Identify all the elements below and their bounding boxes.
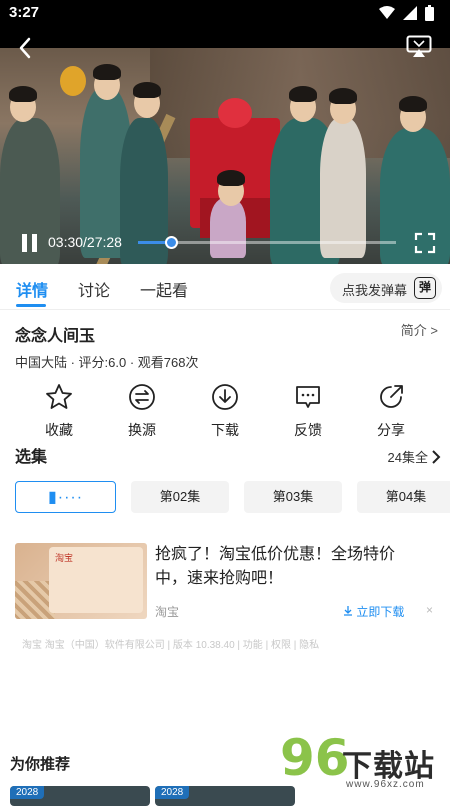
detail-tabs: 详情 讨论 一起看 点我发弹幕 弹 — [0, 264, 450, 310]
all-episodes-label: 24集全 — [387, 450, 428, 465]
share-button[interactable]: 分享 — [361, 383, 421, 440]
pause-button[interactable] — [22, 234, 38, 252]
watermark-url: www.96xz.com — [346, 779, 425, 790]
wifi-icon — [379, 6, 395, 19]
back-icon[interactable] — [14, 36, 38, 60]
download-button[interactable]: 下载 — [195, 383, 255, 440]
download-small-icon — [344, 606, 352, 616]
fullscreen-icon[interactable] — [414, 232, 436, 254]
playback-time: 03:30/27:28 — [48, 234, 122, 250]
ad-thumb-title: 淘宝 — [55, 553, 74, 563]
share-icon — [380, 385, 403, 408]
download-label: 下载 — [211, 422, 239, 438]
feedback-button[interactable]: 反馈 — [278, 383, 338, 440]
favorite-label: 收藏 — [45, 422, 73, 438]
danmu-label: 点我发弹幕 — [342, 283, 408, 298]
ad-footer: 淘宝 淘宝（中国）软件有限公司 | 版本 10.38.40 | 功能 | 权限 … — [22, 640, 320, 651]
share-label: 分享 — [377, 422, 405, 438]
ad-download-button[interactable]: 立即下载 — [343, 603, 404, 620]
danmu-icon[interactable]: 弹 — [414, 277, 436, 299]
battery-icon — [425, 5, 434, 21]
swap-icon — [129, 384, 155, 410]
ad-source: 淘宝 — [155, 605, 180, 619]
switch-source-label: 换源 — [128, 422, 156, 438]
ad-download-label: 立即下载 — [356, 605, 405, 619]
tab-details[interactable]: 详情 — [16, 277, 48, 301]
episodes-heading: 选集 — [15, 449, 48, 466]
star-icon — [46, 384, 72, 409]
active-tab-indicator — [16, 304, 46, 307]
favorite-button[interactable]: 收藏 — [29, 383, 89, 440]
feedback-icon — [296, 386, 320, 408]
episode-03[interactable]: 第03集 — [244, 481, 342, 513]
episode-list: ▮···· 第02集 第03集 第04集 — [15, 481, 450, 513]
ad-thumbnail: 淘宝 — [15, 543, 147, 619]
danmu-button[interactable]: 点我发弹幕 弹 — [330, 273, 442, 303]
site-watermark: 96 下载站 www.96xz.com — [280, 729, 448, 795]
action-row: 收藏 换源 下载 反馈 分享 — [0, 383, 450, 438]
ad-close-icon[interactable]: × — [426, 603, 433, 617]
ad-headline: 抢疯了！淘宝低价优惠！全场特价中，速来抢购吧！ — [155, 546, 396, 587]
progress-handle[interactable] — [165, 236, 179, 249]
episode-02[interactable]: 第02集 — [131, 481, 229, 513]
episode-04[interactable]: 第04集 — [357, 481, 450, 513]
watermark-number: 96 — [280, 729, 350, 787]
status-time: 3:27 — [9, 4, 40, 21]
tab-watch-together[interactable]: 一起看 — [140, 277, 188, 301]
recommend-heading: 为你推荐 — [10, 756, 71, 773]
player-controls: 03:30/27:28 — [0, 226, 450, 260]
tab-discussion[interactable]: 讨论 — [78, 277, 110, 301]
playing-indicator-icon: ▮···· — [47, 489, 84, 506]
feedback-label: 反馈 — [294, 422, 322, 438]
switch-source-button[interactable]: 换源 — [112, 383, 172, 440]
signal-icon — [403, 6, 417, 20]
recommend-card[interactable]: 2028 — [10, 786, 150, 806]
episode-01-playing[interactable]: ▮···· — [15, 481, 116, 513]
progress-bar[interactable] — [138, 236, 396, 249]
chevron-right-icon — [432, 449, 441, 464]
ad-card[interactable]: 淘宝 抢疯了！淘宝低价优惠！全场特价中，速来抢购吧！ 淘宝 立即下载 × — [15, 543, 435, 623]
show-meta: 中国大陆 · 评分:6.0 · 观看768次 — [15, 355, 199, 370]
recommend-year-badge: 2028 — [155, 786, 190, 799]
recommend-year-badge: 2028 — [10, 786, 45, 799]
cast-icon[interactable] — [406, 35, 432, 59]
download-icon — [212, 384, 238, 410]
status-bar: 3:27 — [0, 0, 450, 26]
recommend-card[interactable]: 2028 — [155, 786, 295, 806]
video-player[interactable]: 3:27 03:30/27:28 — [0, 0, 450, 264]
show-title: 念念人间玉 — [15, 328, 96, 345]
status-icons — [379, 5, 434, 21]
intro-link[interactable]: 简介 > — [401, 320, 438, 339]
all-episodes-link[interactable]: 24集全 — [388, 447, 442, 466]
